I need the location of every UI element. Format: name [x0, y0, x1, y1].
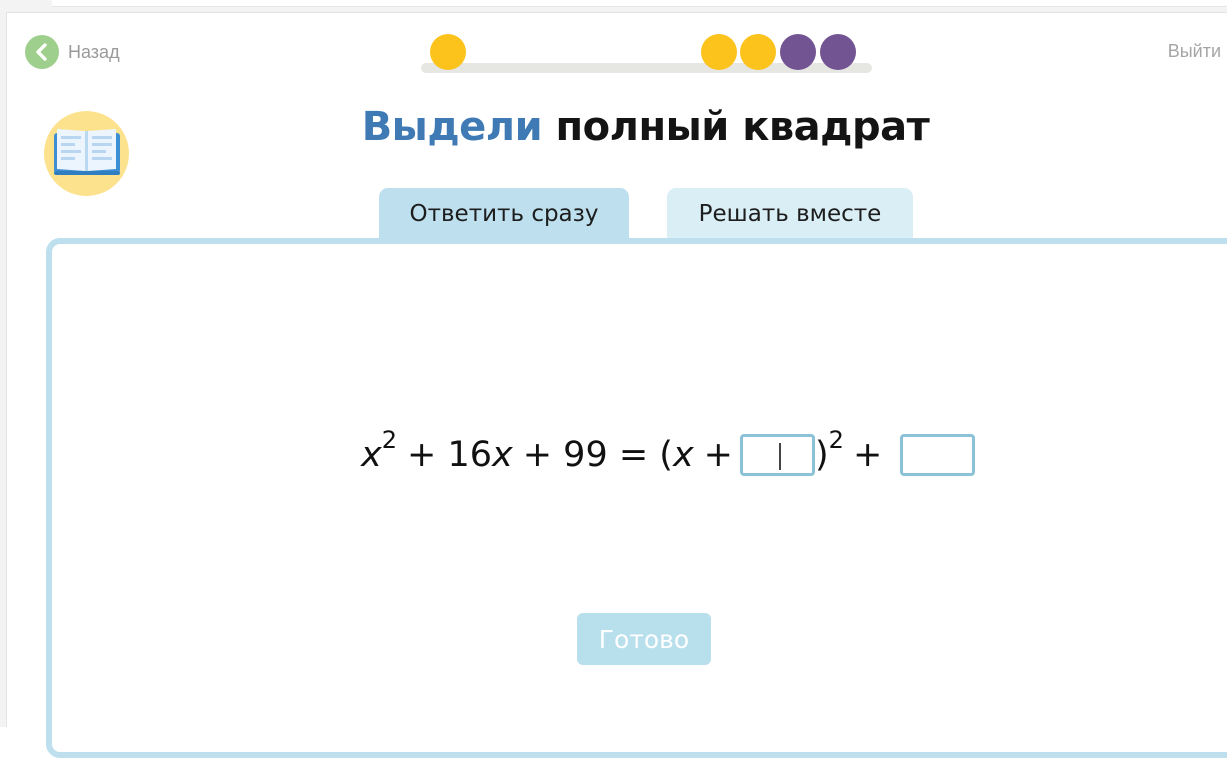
eq-var-x: x [672, 435, 694, 475]
eq-exponent: 2 [828, 426, 844, 454]
task-title-highlight: Выдели [361, 104, 543, 150]
tab-solve-together[interactable]: Решать вместе [667, 188, 913, 240]
eq-var-x: x [361, 435, 382, 475]
answer-input-2[interactable] [900, 434, 976, 476]
eq-exponent: 2 [381, 426, 397, 454]
equation: x2 + 16 x + 99 = (x + ) 2 + [361, 426, 976, 482]
eq-var-x: x [492, 435, 513, 475]
browser-top-strip [0, 0, 1227, 13]
tab-answer-now[interactable]: Ответить сразу [379, 188, 629, 240]
progress-dot [820, 34, 856, 70]
task-title-rest: полный квадрат [555, 104, 930, 150]
answer-input-1[interactable] [740, 434, 815, 476]
progress-dot [780, 34, 816, 70]
progress-dot [701, 34, 737, 70]
chevron-left-icon [25, 35, 59, 69]
done-button[interactable]: Готово [577, 613, 711, 665]
task-title: Выдели полный квадрат [0, 104, 1227, 150]
progress-dot [740, 34, 776, 70]
back-button[interactable]: Назад [25, 35, 120, 69]
task-panel [46, 238, 1227, 758]
progress-dot [430, 34, 466, 70]
back-label: Назад [68, 41, 120, 62]
eq-term: + 16 [407, 435, 492, 475]
eq-close-paren: ) [815, 435, 829, 475]
exit-button[interactable]: Выйти [1168, 41, 1221, 62]
eq-term: + 99 = ( [522, 435, 673, 475]
eq-plus: + [852, 435, 883, 475]
eq-plus: + [703, 435, 733, 475]
